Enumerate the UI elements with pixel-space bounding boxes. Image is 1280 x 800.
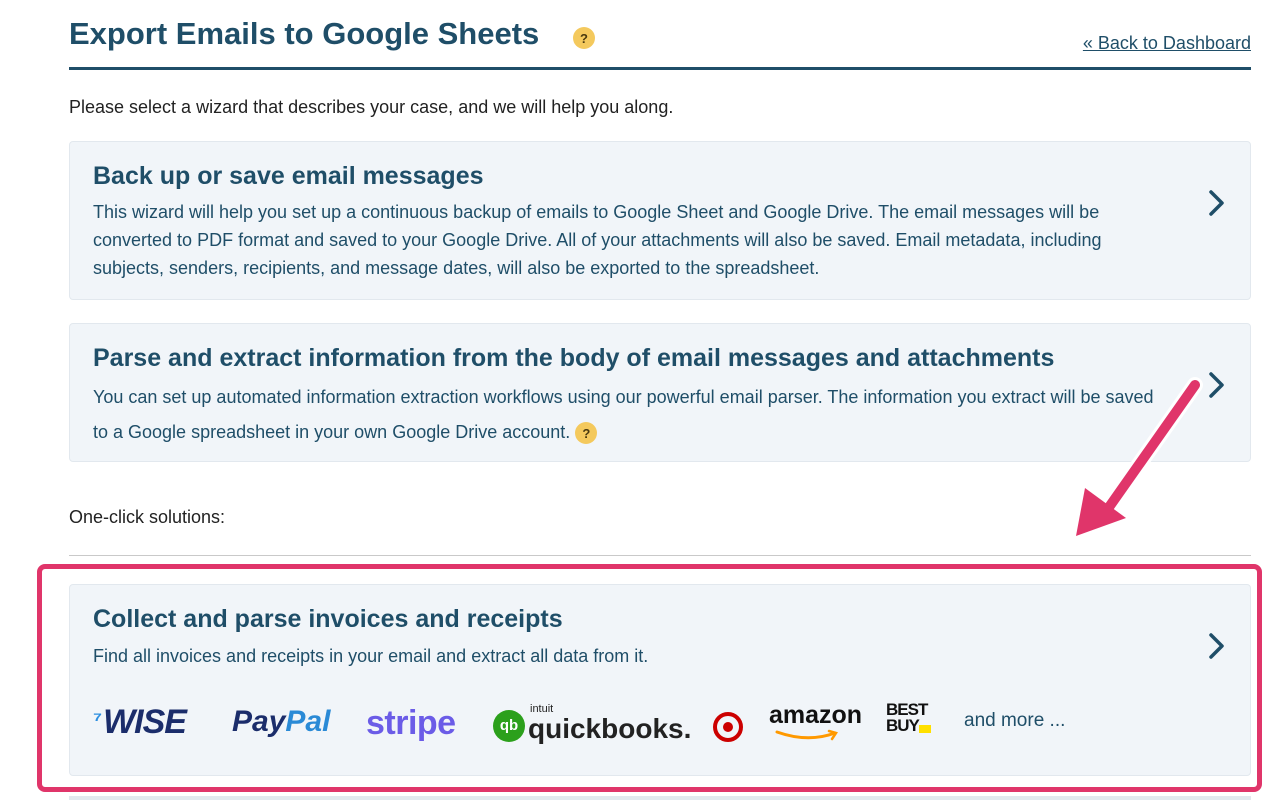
solution-title: Collect and parse invoices and receipts (93, 605, 563, 633)
bestbuy-tag-icon (918, 725, 931, 733)
wizard-title: Parse and extract information from the b… (93, 344, 1055, 372)
page-title: Export Emails to Google Sheets (69, 16, 540, 51)
partner-logos: ⁷WISE PayPal stripe qb intuit quickbooks… (93, 697, 1153, 744)
page-header: Export Emails to Google Sheets ? « Back … (69, 0, 1251, 70)
amazon-logo-text: amazon (769, 701, 863, 729)
back-to-dashboard-link[interactable]: « Back to Dashboard (1083, 33, 1251, 54)
wizard-card-backup[interactable]: Back up or save email messages This wiza… (69, 141, 1251, 300)
chevron-right-icon[interactable] (1206, 632, 1228, 660)
one-click-label: One-click solutions: (69, 507, 226, 527)
wizard-description: This wizard will help you set up a conti… (93, 202, 1102, 278)
quickbooks-text: quickbooks. (528, 713, 692, 744)
paypal-logo: PayPal (232, 705, 330, 739)
solution-card-invoices[interactable]: Collect and parse invoices and receipts … (69, 584, 1251, 776)
amazon-smile-icon (775, 729, 838, 741)
wizard-description-text: You can set up automated information ext… (93, 387, 1154, 442)
paypal-logo-text-2: Pal (285, 705, 331, 738)
and-more-text: and more ... (964, 710, 1066, 731)
target-logo-icon (713, 712, 743, 742)
next-card-edge (69, 796, 1251, 800)
wizard-card-parse[interactable]: Parse and extract information from the b… (69, 323, 1251, 462)
help-icon[interactable]: ? (575, 422, 598, 445)
wizard-title: Back up or save email messages (93, 162, 484, 190)
bestbuy-text-2: BUY (886, 716, 920, 735)
wise-logo-text: WISE (103, 703, 187, 741)
section-divider (69, 555, 1251, 556)
chevron-right-icon[interactable] (1206, 189, 1228, 217)
stripe-logo: stripe (366, 704, 456, 742)
help-icon[interactable]: ? (573, 27, 595, 49)
chevron-right-icon[interactable] (1206, 371, 1228, 399)
amazon-logo: amazon (769, 701, 863, 741)
quickbooks-mark-icon: qb (493, 710, 525, 742)
solution-description: Find all invoices and receipts in your e… (93, 646, 649, 666)
wizard-description: You can set up automated information ext… (93, 380, 1173, 450)
paypal-logo-text-1: Pay (232, 705, 286, 738)
intro-text: Please select a wizard that describes yo… (69, 97, 674, 117)
wise-logo: ⁷WISE (93, 703, 187, 741)
bestbuy-logo: BEST BUY (886, 701, 931, 735)
